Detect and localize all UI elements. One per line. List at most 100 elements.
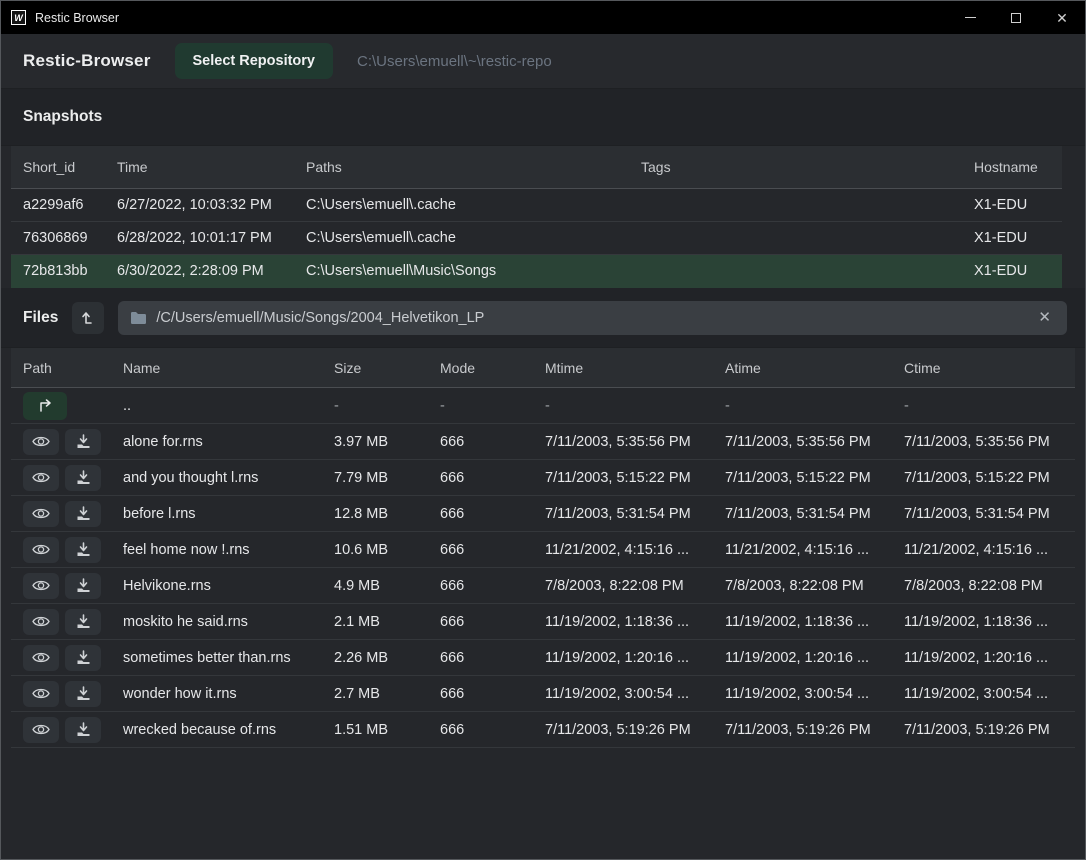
file-ctime: 11/19/2002, 1:18:36 ... [904,614,1075,630]
files-title: Files [23,309,58,327]
file-mtime: 11/21/2002, 4:15:16 ... [545,542,725,558]
close-button[interactable]: ✕ [1039,1,1085,34]
file-mode: 666 [440,722,545,738]
file-atime: 7/11/2003, 5:19:26 PM [725,722,904,738]
download-icon [76,542,91,557]
titlebar-left: W Restic Browser [1,10,947,25]
snapshot-hostname: X1-EDU [974,263,1062,279]
preview-file-button[interactable] [23,465,59,491]
file-atime: 11/19/2002, 3:00:54 ... [725,686,904,702]
file-mode: 666 [440,434,545,450]
file-mtime: 7/11/2003, 5:35:56 PM [545,434,725,450]
file-mtime: 11/19/2002, 3:00:54 ... [545,686,725,702]
file-size: 7.79 MB [334,470,440,486]
download-file-button[interactable] [65,465,101,491]
download-file-button[interactable] [65,501,101,527]
go-up-button[interactable] [72,302,104,334]
column-header-mode: Mode [440,360,545,376]
snapshot-row[interactable]: 72b813bb 6/30/2022, 2:28:09 PM C:\Users\… [11,255,1062,288]
file-name: wrecked because of.rns [123,722,334,738]
snapshot-short-id: 76306869 [23,230,117,246]
download-file-button[interactable] [65,573,101,599]
preview-file-button[interactable] [23,573,59,599]
go-parent-button[interactable] [23,392,67,420]
preview-file-button[interactable] [23,717,59,743]
file-ctime: 7/8/2003, 8:22:08 PM [904,578,1075,594]
column-header-size: Size [334,360,440,376]
column-header-time: Time [117,159,306,175]
parent-directory-row[interactable]: .. - - - - - [11,388,1075,424]
file-size: 1.51 MB [334,722,440,738]
download-file-button[interactable] [65,645,101,671]
file-size: 10.6 MB [334,542,440,558]
download-icon [76,578,91,593]
files-section-header: Files ✕ [1,288,1085,348]
file-atime: 7/8/2003, 8:22:08 PM [725,578,904,594]
download-file-button[interactable] [65,537,101,563]
file-mode: 666 [440,650,545,666]
preview-file-button[interactable] [23,681,59,707]
minimize-button[interactable] [947,1,993,34]
snapshot-row[interactable]: 76306869 6/28/2022, 10:01:17 PM C:\Users… [11,222,1062,255]
file-ctime: 7/11/2003, 5:15:22 PM [904,470,1075,486]
snapshot-time: 6/28/2022, 10:01:17 PM [117,230,306,246]
file-mtime: 7/11/2003, 5:15:22 PM [545,470,725,486]
download-file-button[interactable] [65,429,101,455]
file-size: - [334,398,440,414]
file-mode: 666 [440,578,545,594]
file-size: 12.8 MB [334,506,440,522]
snapshot-paths: C:\Users\emuell\.cache [306,230,641,246]
maximize-icon [1011,13,1021,23]
snapshot-hostname: X1-EDU [974,230,1062,246]
folder-icon [130,311,147,325]
file-ctime: - [904,398,1075,414]
download-file-button[interactable] [65,717,101,743]
file-mode: 666 [440,506,545,522]
column-header-short-id: Short_id [23,159,117,175]
window-controls: ✕ [947,1,1085,34]
preview-file-button[interactable] [23,429,59,455]
file-ctime: 7/11/2003, 5:19:26 PM [904,722,1075,738]
clear-path-button[interactable]: ✕ [1034,308,1055,327]
file-mtime: 7/11/2003, 5:31:54 PM [545,506,725,522]
file-name: moskito he said.rns [123,614,334,630]
path-input[interactable] [156,310,1025,326]
file-atime: 7/11/2003, 5:35:56 PM [725,434,904,450]
repository-path[interactable]: C:\Users\emuell\~\restic-repo [357,53,552,70]
download-file-button[interactable] [65,681,101,707]
column-header-mtime: Mtime [545,360,725,376]
eye-icon [32,723,50,736]
eye-icon [32,651,50,664]
preview-file-button[interactable] [23,645,59,671]
file-row: wonder how it.rns 2.7 MB 666 11/19/2002,… [11,676,1075,712]
titlebar: W Restic Browser ✕ [1,1,1085,34]
file-name: feel home now !.rns [123,542,334,558]
snapshots-section-header: Snapshots [1,89,1085,146]
column-header-tags: Tags [641,159,974,175]
file-ctime: 11/21/2002, 4:15:16 ... [904,542,1075,558]
snapshot-time: 6/27/2022, 10:03:32 PM [117,197,306,213]
snapshot-row[interactable]: a2299af6 6/27/2022, 10:03:32 PM C:\Users… [11,189,1062,222]
column-header-hostname: Hostname [974,159,1062,175]
file-row: Helvikone.rns 4.9 MB 666 7/8/2003, 8:22:… [11,568,1075,604]
preview-file-button[interactable] [23,501,59,527]
file-mode: 666 [440,686,545,702]
file-row: and you thought l.rns 7.79 MB 666 7/11/2… [11,460,1075,496]
download-icon [76,614,91,629]
column-header-paths: Paths [306,159,641,175]
preview-file-button[interactable] [23,537,59,563]
preview-file-button[interactable] [23,609,59,635]
download-file-button[interactable] [65,609,101,635]
file-name: wonder how it.rns [123,686,334,702]
file-name: Helvikone.rns [123,578,334,594]
file-row: moskito he said.rns 2.1 MB 666 11/19/200… [11,604,1075,640]
file-row: feel home now !.rns 10.6 MB 666 11/21/20… [11,532,1075,568]
download-icon [76,650,91,665]
maximize-button[interactable] [993,1,1039,34]
select-repository-button[interactable]: Select Repository [175,43,334,79]
snapshot-short-id: a2299af6 [23,197,117,213]
minimize-icon [965,17,976,18]
file-mtime: - [545,398,725,414]
snapshots-table: a2299af6 6/27/2022, 10:03:32 PM C:\Users… [11,189,1062,288]
file-ctime: 11/19/2002, 3:00:54 ... [904,686,1075,702]
